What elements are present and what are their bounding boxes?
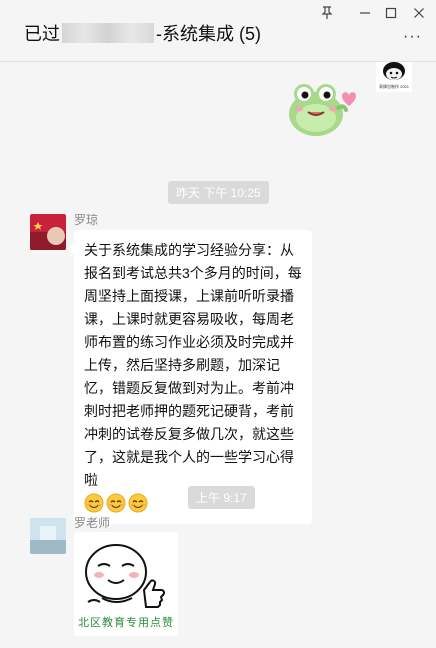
close-icon[interactable] — [408, 4, 430, 22]
maximize-icon[interactable] — [380, 4, 402, 22]
chat-title: 已过 -系统集成 (5) — [24, 20, 261, 46]
meme-sticker-caption: 表情包制作 2021 — [378, 84, 409, 89]
minimize-icon[interactable] — [354, 4, 376, 22]
pin-icon[interactable] — [316, 4, 338, 22]
watermark-text: 北区教育专用点赞 — [78, 616, 174, 629]
title-bar: 已过 -系统集成 (5) ··· — [0, 0, 436, 62]
more-options-button[interactable]: ··· — [403, 28, 422, 46]
message-text: 关于系统集成的学习经验分享：从报名到考试总共3个多月的时间，每周坚持上面授课，上… — [84, 242, 302, 488]
sender-name: 罗老师 — [74, 516, 111, 530]
message-bubble[interactable]: 关于系统集成的学习经验分享：从报名到考试总共3个多月的时间，每周坚持上面授课，上… — [68, 230, 312, 524]
meme-sticker[interactable]: 表情包制作 2021 — [376, 62, 412, 92]
avatar[interactable] — [30, 214, 66, 250]
timestamp-chip: 上午 9:17 — [188, 486, 255, 509]
chat-title-suffix: -系统集成 (5) — [156, 24, 261, 44]
sender-name: 罗琼 — [74, 213, 99, 227]
smile-emoji — [84, 493, 104, 513]
smile-emoji — [106, 493, 126, 513]
smile-emoji — [128, 493, 148, 513]
avatar[interactable] — [30, 518, 66, 554]
chat-title-prefix: 已过 — [24, 24, 60, 44]
redacted-name — [62, 23, 154, 43]
timestamp-chip: 昨天 下午 10:25 — [168, 181, 269, 204]
image-message[interactable]: 北区教育专用点赞 — [74, 532, 178, 636]
chat-history[interactable]: 表情包制作 2021 昨天 下午 10:25 罗琼 关于系统集成的学习经验分享：… — [0, 62, 436, 648]
frog-heart-sticker[interactable] — [286, 74, 360, 145]
